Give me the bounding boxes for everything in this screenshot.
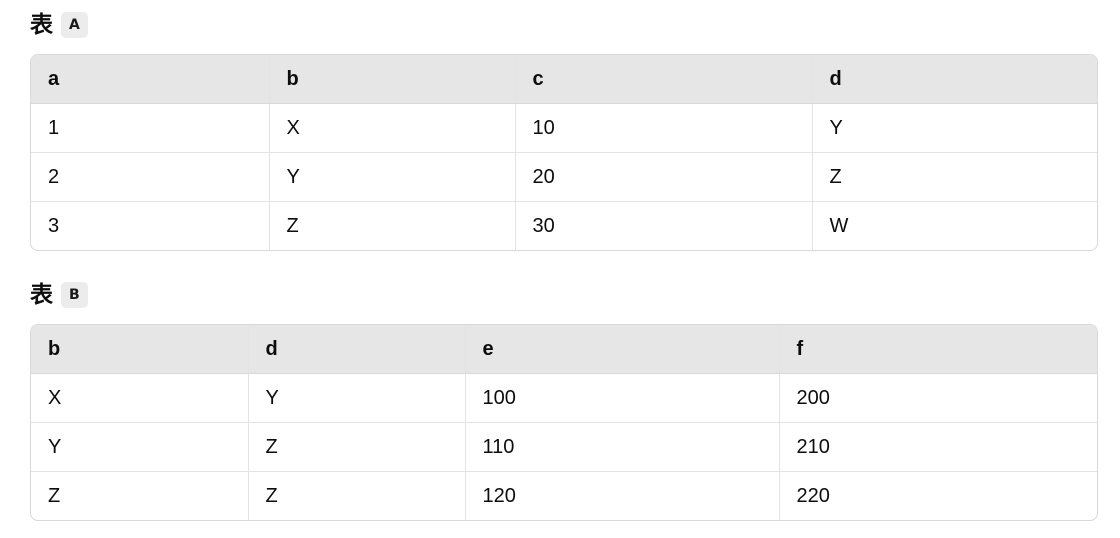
table-cell: 220 xyxy=(778,471,1097,520)
column-header: a xyxy=(31,55,269,104)
table-cell: Y xyxy=(247,373,465,423)
column-header: d xyxy=(247,325,465,374)
table-cell: 1 xyxy=(48,116,60,139)
table-row: 2 Y 20 Z xyxy=(31,152,1097,202)
table-a-heading: 表 A xyxy=(30,8,1098,42)
column-header: e xyxy=(464,325,779,374)
table-row: Y Z 110 210 xyxy=(31,422,1097,472)
table-a-code: A xyxy=(61,12,88,38)
table-a-section: 表 A a b c d 1 X 10 Y 2 Y 20 Z 3 Z 30 W xyxy=(30,8,1098,251)
table-cell: 110 xyxy=(464,422,779,472)
table-cell: Y xyxy=(31,422,248,472)
column-header: b xyxy=(31,325,248,374)
table-header-row: b d e f xyxy=(31,325,1097,374)
table-b-section: 表 B b d e f X Y 100 200 Y Z 110 210 Z Z … xyxy=(30,278,1098,521)
table-cell: Z xyxy=(247,471,465,520)
table-cell: Y xyxy=(811,103,1097,153)
table-cell: X xyxy=(268,103,515,153)
table-cell: Z xyxy=(31,471,248,520)
table-cell: 100 xyxy=(464,373,779,423)
table-row: Z Z 120 220 xyxy=(31,471,1097,520)
table-b: b d e f X Y 100 200 Y Z 110 210 Z Z 120 … xyxy=(30,324,1098,521)
table-b-heading-label: 表 xyxy=(30,282,53,308)
table-cell: 2 xyxy=(31,152,269,202)
table-cell: 210 xyxy=(778,422,1097,472)
table-a-heading-label: 表 xyxy=(30,12,53,38)
column-header: c xyxy=(514,55,812,104)
table-cell: Z xyxy=(247,422,465,472)
table-row: 3 Z 30 W xyxy=(31,201,1097,250)
table-cell: 20 xyxy=(514,152,812,202)
table-cell: W xyxy=(811,201,1097,250)
table-row: 1 X 10 Y xyxy=(31,103,1097,153)
table-row: X Y 100 200 xyxy=(31,373,1097,423)
table-cell: 200 xyxy=(778,373,1097,423)
column-header: b xyxy=(268,55,515,104)
column-header: f xyxy=(778,325,1097,374)
table-cell: 30 xyxy=(514,201,812,250)
table-a: a b c d 1 X 10 Y 2 Y 20 Z 3 Z 30 W xyxy=(30,54,1098,251)
table-b-heading: 表 B xyxy=(30,278,1098,312)
table-cell: Y xyxy=(268,152,515,202)
table-b-code: B xyxy=(61,282,88,308)
table-cell: 10 xyxy=(514,103,812,153)
table-cell: 3 xyxy=(31,201,269,250)
table-header-row: a b c d xyxy=(31,55,1097,104)
table-cell: X xyxy=(48,386,62,409)
column-header: d xyxy=(811,55,1097,104)
table-cell: Z xyxy=(268,201,515,250)
table-cell: Z xyxy=(811,152,1097,202)
table-cell: 120 xyxy=(464,471,779,520)
